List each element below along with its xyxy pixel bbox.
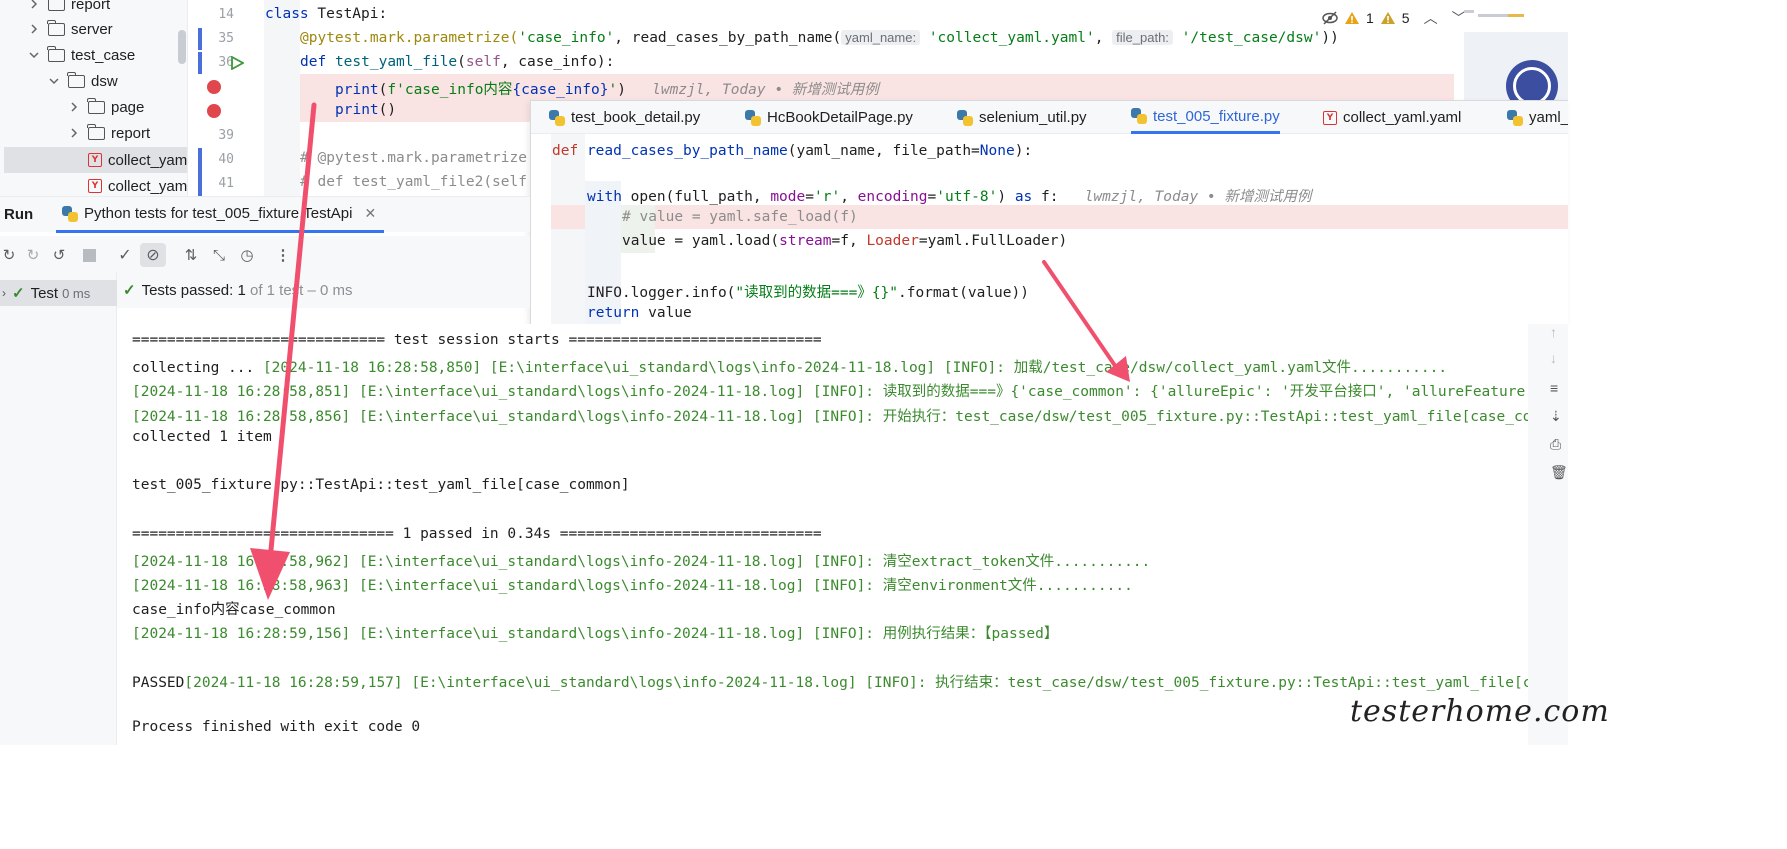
- arrowhead: [250, 548, 290, 600]
- annotation-arrow: [1042, 260, 1120, 372]
- annotation-arrow: [267, 102, 317, 563]
- annotation-arrows: [250, 102, 1130, 600]
